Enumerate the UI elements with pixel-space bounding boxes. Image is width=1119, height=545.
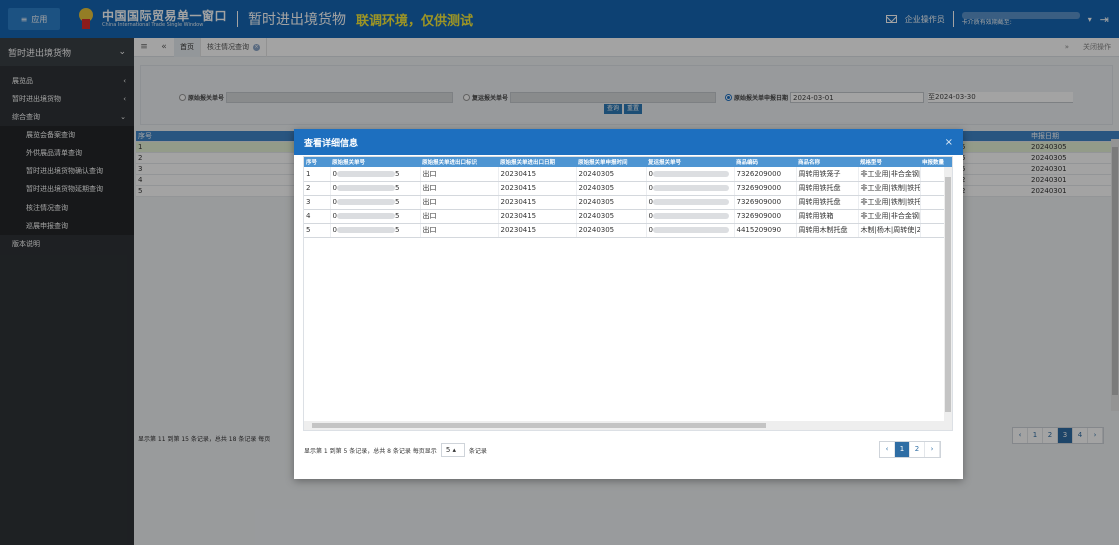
cell-spec: 非工业用|非合金钢|12: [858, 209, 921, 224]
detail-modal: 查看详细信息 × 序号 原始报关单号 原始报关单进出口标识 原始报关单进出口日期…: [294, 129, 963, 479]
cell-seq: 5: [304, 223, 331, 238]
cell-ie-flag: 出口: [420, 195, 499, 210]
cell-return-no: 0: [646, 195, 735, 210]
header-cell: 复运报关单号: [646, 157, 734, 167]
detail-table-container: 序号 原始报关单号 原始报关单进出口标识 原始报关单进出口日期 原始报关单申报时…: [303, 156, 953, 431]
cell-ie-date: 20230415: [498, 209, 577, 224]
cell-seq: 3: [304, 195, 331, 210]
cell-hs-code: 7326209000: [734, 167, 797, 182]
page-prev-button[interactable]: ‹: [880, 442, 895, 457]
modal-title: 查看详细信息: [304, 138, 359, 149]
cell-original-no: 05: [330, 223, 421, 238]
table-row[interactable]: 5 05 出口 20230415 20240305 0 4415209090 周…: [304, 223, 952, 238]
header-cell: 规格型号: [858, 157, 920, 167]
cell-spec: 非工业用|铁制|铁托1: [858, 195, 921, 210]
cell-hs-code: 4415209090: [734, 223, 797, 238]
close-icon[interactable]: ×: [945, 137, 953, 148]
cell-ie-flag: 出口: [420, 223, 499, 238]
page-size-select[interactable]: 5 ▴: [440, 443, 465, 457]
cell-decl-date: 20240305: [576, 195, 647, 210]
cell-goods-name: 周转用铁托盘: [796, 195, 859, 210]
cell-original-no: 05: [330, 195, 421, 210]
modal-header: 查看详细信息 ×: [294, 129, 963, 155]
detail-table: 序号 原始报关单号 原始报关单进出口标识 原始报关单进出口日期 原始报关单申报时…: [304, 157, 952, 238]
modal-horizontal-scrollbar[interactable]: [304, 421, 952, 430]
cell-return-no: 0: [646, 167, 735, 182]
cell-original-no: 05: [330, 167, 421, 182]
cell-goods-name: 周转用铁托盘: [796, 181, 859, 196]
header-cell: 原始报关单申报时间: [576, 157, 646, 167]
cell-decl-date: 20240305: [576, 223, 647, 238]
modal-footer: 显示第 1 到第 5 条记录，总共 8 条记录 每页显示 5 ▴ 条记录: [304, 443, 487, 457]
cell-decl-date: 20240305: [576, 181, 647, 196]
cell-original-no: 05: [330, 209, 421, 224]
header-cell: 原始报关单进出口日期: [498, 157, 576, 167]
cell-hs-code: 7326909000: [734, 209, 797, 224]
table-row[interactable]: 4 05 出口 20230415 20240305 0 7326909000 周…: [304, 209, 952, 224]
cell-return-no: 0: [646, 209, 735, 224]
cell-spec: 非工业用|铁制|铁托3: [858, 181, 921, 196]
modal-vertical-scrollbar[interactable]: [944, 167, 952, 422]
cell-hs-code: 7326909000: [734, 181, 797, 196]
table-row[interactable]: 2 05 出口 20230415 20240305 0 7326909000 周…: [304, 181, 952, 196]
page-size-suffix: 条记录: [468, 447, 487, 455]
cell-spec: 非工业用|非合金钢|49: [858, 167, 921, 182]
header-cell: 商品名称: [796, 157, 858, 167]
cell-decl-date: 20240305: [576, 209, 647, 224]
modal-pagination: ‹ 1 2 ›: [879, 441, 941, 458]
header-cell: 商品编码: [734, 157, 796, 167]
cell-goods-name: 周转用铁箱: [796, 209, 859, 224]
cell-return-no: 0: [646, 181, 735, 196]
header-cell: 申报数量: [920, 157, 952, 167]
header-cell: 序号: [304, 157, 330, 167]
page-button-current[interactable]: 1: [895, 442, 910, 457]
page-next-button[interactable]: ›: [925, 442, 940, 457]
table-row[interactable]: 3 05 出口 20230415 20240305 0 7326909000 周…: [304, 195, 952, 210]
cell-seq: 1: [304, 167, 331, 182]
cell-seq: 2: [304, 181, 331, 196]
detail-table-header: 序号 原始报关单号 原始报关单进出口标识 原始报关单进出口日期 原始报关单申报时…: [304, 157, 952, 167]
cell-ie-date: 20230415: [498, 223, 577, 238]
cell-original-no: 05: [330, 181, 421, 196]
cell-ie-flag: 出口: [420, 181, 499, 196]
cell-ie-flag: 出口: [420, 167, 499, 182]
footer-text: 显示第 1 到第 5 条记录，总共 8 条记录 每页显示: [304, 447, 437, 455]
page-button[interactable]: 2: [910, 442, 925, 457]
cell-return-no: 0: [646, 223, 735, 238]
cell-spec: 木制|杨木|周转使|23: [858, 223, 921, 238]
cell-ie-date: 20230415: [498, 167, 577, 182]
cell-seq: 4: [304, 209, 331, 224]
table-row[interactable]: 1 05 出口 20230415 20240305 0 7326209000 周…: [304, 167, 952, 182]
header-cell: 原始报关单号: [330, 157, 420, 167]
cell-ie-date: 20230415: [498, 181, 577, 196]
cell-ie-flag: 出口: [420, 209, 499, 224]
header-cell: 原始报关单进出口标识: [420, 157, 498, 167]
cell-hs-code: 7326909000: [734, 195, 797, 210]
cell-goods-name: 周转用铁笼子: [796, 167, 859, 182]
cell-decl-date: 20240305: [576, 167, 647, 182]
page-size-value: 5: [445, 446, 451, 454]
cell-ie-date: 20230415: [498, 195, 577, 210]
caret-up-icon: ▴: [452, 446, 457, 454]
cell-goods-name: 周转用木制托盘: [796, 223, 859, 238]
